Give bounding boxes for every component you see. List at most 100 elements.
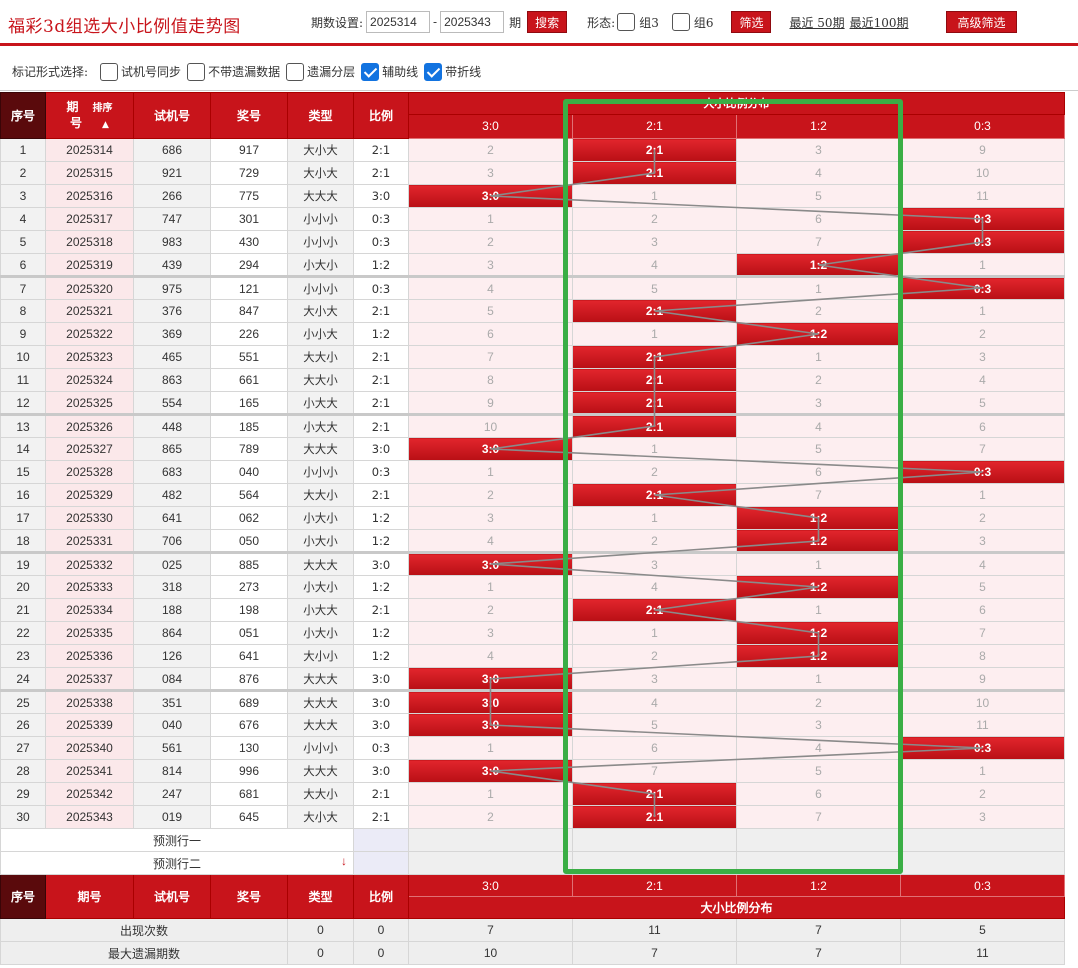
table-row[interactable]: 2 2025315 921 729 大小大 2:1 3 2:1 4 10 [0,161,1065,185]
dist-miss-cell: 6 [736,460,901,484]
row-test-number: 747 [133,207,211,231]
table-row[interactable]: 15 2025328 683 040 小小小 0:3 1 2 6 0:3 [0,460,1065,484]
dist-miss-cell: 3 [408,506,573,530]
no-miss-data-checkbox[interactable] [187,62,206,81]
table-row[interactable]: 7 2025320 975 121 小小小 0:3 4 5 1 0:3 [0,276,1065,300]
test-sync-checkbox[interactable] [100,62,119,81]
miss-layer-checkbox[interactable] [286,62,305,81]
table-row[interactable]: 18 2025331 706 050 小大小 1:2 4 2 1:2 3 [0,529,1065,554]
aux-line-checkbox[interactable] [361,62,380,81]
row-period: 2025332 [45,552,134,576]
table-row[interactable]: 27 2025340 561 130 小小小 0:3 1 6 4 0:3 [0,736,1065,760]
dist-miss-cell: 1 [572,322,737,346]
predict-cell[interactable] [900,828,1065,852]
table-row[interactable]: 11 2025324 863 661 大大小 2:1 8 2:1 2 4 [0,368,1065,392]
row-index: 14 [0,437,46,461]
predict-cell[interactable] [408,851,573,875]
table-row[interactable]: 5 2025318 983 430 小小小 0:3 2 3 7 0:3 [0,230,1065,254]
search-button[interactable]: 搜索 [527,11,568,33]
col-period-header[interactable]: 期 排序 号 ▲ [45,92,134,139]
row-index: 4 [0,207,46,231]
table-row[interactable]: 30 2025343 019 645 大小大 2:1 2 2:1 7 3 [0,805,1065,829]
dist-miss-cell: 6 [900,598,1065,622]
table-row[interactable]: 1 2025314 686 917 大小大 2:1 2 2:1 3 9 [0,138,1065,162]
row-ratio: 2:1 [353,299,409,323]
row-ratio: 1:2 [353,575,409,599]
dist-miss-cell: 2 [572,460,737,484]
row-ratio: 2:1 [353,598,409,622]
table-row[interactable]: 21 2025334 188 198 小大大 2:1 2 2:1 1 6 [0,598,1065,622]
dist-miss-cell: 1 [408,736,573,760]
arrow-down-icon[interactable]: ↓ [341,854,347,868]
advanced-filter-button[interactable]: 高级筛选 [946,11,1017,33]
row-ratio: 3:0 [353,184,409,208]
row-type: 小大大 [287,414,354,438]
table-row[interactable]: 20 2025333 318 273 小大小 1:2 1 4 1:2 5 [0,575,1065,599]
predict-row-1-tail[interactable] [353,828,409,852]
polyline-checkbox[interactable] [424,62,443,81]
footer-type-header: 类型 [287,874,354,919]
sort-arrow-icon[interactable]: ▲ [102,120,109,130]
row-test-number: 921 [133,161,211,185]
row-test-number: 439 [133,253,211,278]
table-row[interactable]: 12 2025325 554 165 小大大 2:1 9 2:1 3 5 [0,391,1065,416]
table-row[interactable]: 24 2025337 084 876 大大大 3:0 3:0 3 1 9 [0,667,1065,692]
stats-cell: 0 [287,918,354,942]
dist-miss-cell: 6 [408,322,573,346]
table-row[interactable]: 16 2025329 482 564 大大小 2:1 2 2:1 7 1 [0,483,1065,507]
period-from-input[interactable]: 2025314 [366,11,431,33]
predict-cell[interactable] [736,828,901,852]
predict-row-2[interactable]: 预测行二 ↓ [0,851,1065,875]
dist-hit-cell: 1:2 [736,621,901,645]
dist-miss-cell: 3 [736,391,901,416]
predict-row-2-tail[interactable] [353,851,409,875]
predict-cell[interactable] [408,828,573,852]
mark-options-row: 标记形式选择: 试机号同步 不带遗漏数据 遗漏分层 辅助线 带折线 [0,53,1078,91]
row-index: 30 [0,805,46,829]
group3-checkbox[interactable] [617,13,636,31]
period-to-input[interactable]: 2025343 [440,11,505,33]
predict-row-1[interactable]: 预测行一 [0,828,1065,852]
row-ratio: 2:1 [353,483,409,507]
table-row[interactable]: 25 2025338 351 689 大大大 3:0 3:0 4 2 10 [0,690,1065,714]
aux-line-label: 辅助线 [382,65,419,79]
predict-cell[interactable] [572,828,737,852]
table-row[interactable]: 17 2025330 641 062 小大小 1:2 3 1 1:2 2 [0,506,1065,530]
table-row[interactable]: 29 2025342 247 681 大大小 2:1 1 2:1 6 2 [0,782,1065,806]
footer-index-header: 序号 [0,874,46,919]
row-period: 2025323 [45,345,134,369]
dist-miss-cell: 1 [736,598,901,622]
predict-cell[interactable] [900,851,1065,875]
dist-hit-cell: 1:2 [736,575,901,599]
table-row[interactable]: 3 2025316 266 775 大大大 3:0 3:0 1 5 11 [0,184,1065,208]
table-row[interactable]: 10 2025323 465 551 大大小 2:1 7 2:1 1 3 [0,345,1065,369]
group6-checkbox[interactable] [671,13,690,31]
row-prize-number: 661 [210,368,288,392]
predict-cell[interactable] [572,851,737,875]
row-test-number: 025 [133,552,211,576]
sort-toggle[interactable]: 排序 [93,103,113,114]
recent-100-link[interactable]: 最近100期 [850,14,909,31]
table-row[interactable]: 26 2025339 040 676 大大大 3:0 3:0 5 3 11 [0,713,1065,737]
dist-miss-cell: 5 [736,437,901,461]
table-row[interactable]: 8 2025321 376 847 大小大 2:1 5 2:1 2 1 [0,299,1065,323]
predict-cell[interactable] [736,851,901,875]
table-row[interactable]: 13 2025326 448 185 小大大 2:1 10 2:1 4 6 [0,414,1065,438]
recent-50-link[interactable]: 最近 50期 [789,14,844,31]
predict-body: 预测行一 预测行二 ↓ [0,828,1065,875]
dist-miss-cell: 4 [408,529,573,554]
table-row[interactable]: 19 2025332 025 885 大大大 3:0 3:0 3 1 4 [0,552,1065,576]
row-type: 大大大 [287,552,354,576]
table-row[interactable]: 23 2025336 126 641 大小小 1:2 4 2 1:2 8 [0,644,1065,668]
table-row[interactable]: 14 2025327 865 789 大大大 3:0 3:0 1 5 7 [0,437,1065,461]
dist-miss-cell: 11 [900,184,1065,208]
table-row[interactable]: 4 2025317 747 301 小小小 0:3 1 2 6 0:3 [0,207,1065,231]
table-row[interactable]: 28 2025341 814 996 大大大 3:0 3:0 7 5 1 [0,759,1065,783]
dist-miss-cell: 1 [572,621,737,645]
dist-miss-cell: 3 [736,138,901,162]
table-row[interactable]: 9 2025322 369 226 小小大 1:2 6 1 1:2 2 [0,322,1065,346]
table-row[interactable]: 6 2025319 439 294 小大小 1:2 3 4 1:2 1 [0,253,1065,278]
filter-button[interactable]: 筛选 [731,11,772,33]
table-row[interactable]: 22 2025335 864 051 小大小 1:2 3 1 1:2 7 [0,621,1065,645]
dist-miss-cell: 2 [900,782,1065,806]
